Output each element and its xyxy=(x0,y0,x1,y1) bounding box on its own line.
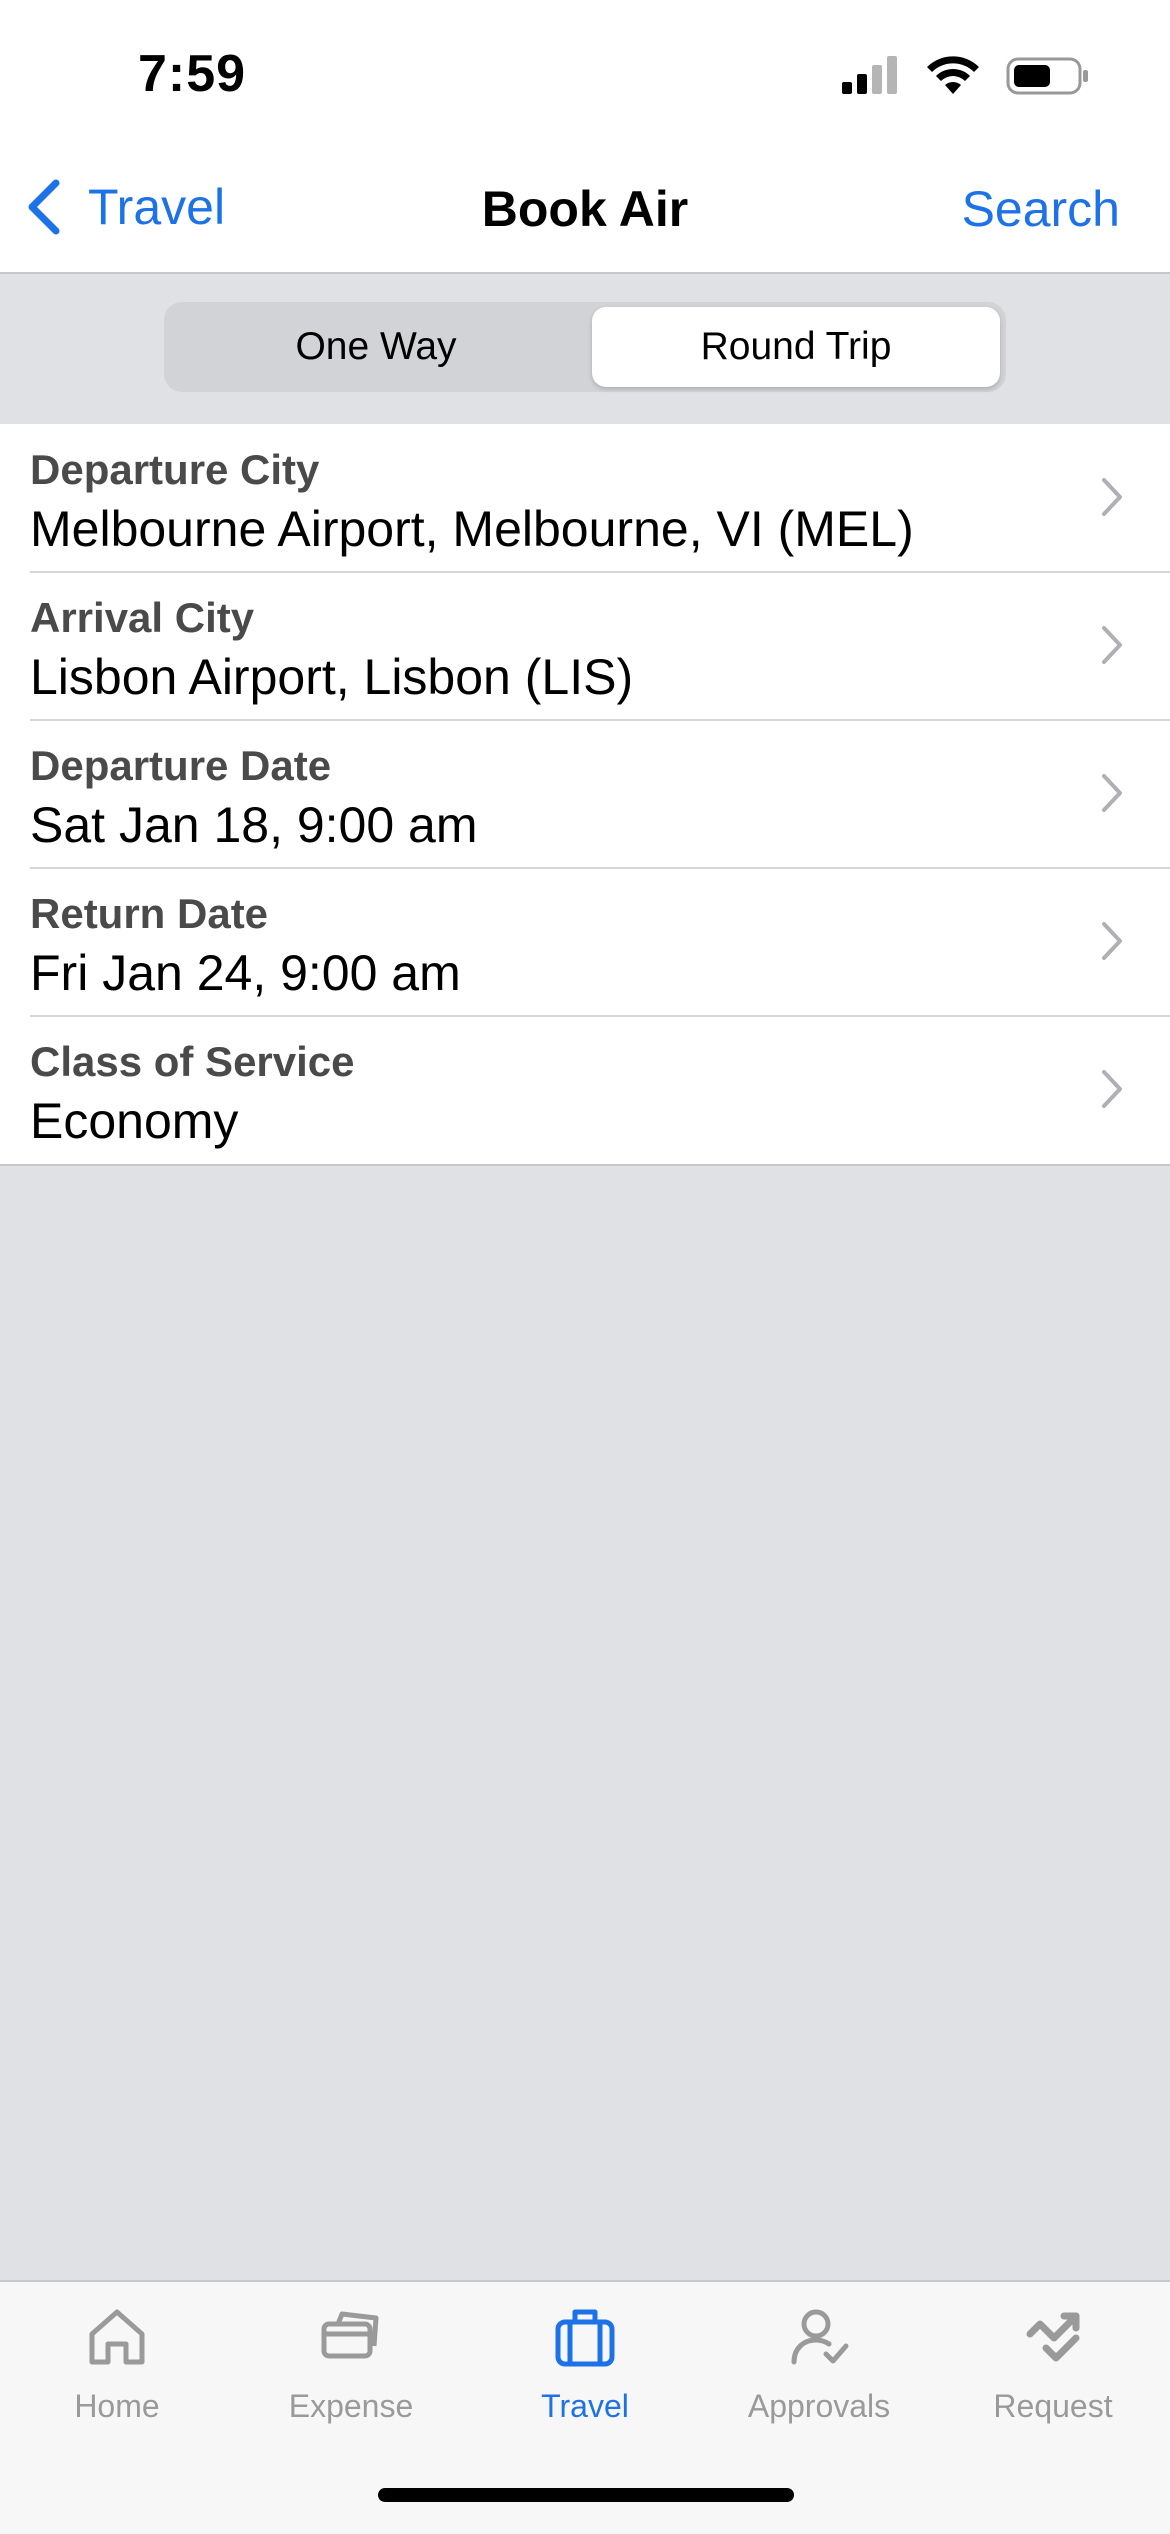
request-icon xyxy=(1026,2312,1080,2362)
tab-label: Approvals xyxy=(747,2388,891,2424)
tab-label: Request xyxy=(993,2388,1113,2424)
one-way-option[interactable]: One Way xyxy=(172,307,580,387)
tab-home[interactable]: Home xyxy=(0,2304,234,2454)
approvals-icon xyxy=(791,2309,849,2365)
row-value: Fri Jan 24, 9:00 am xyxy=(30,945,461,1001)
suitcase-icon xyxy=(555,2309,615,2367)
status-time: 7:59 xyxy=(138,45,247,103)
trip-type-area: One Way Round Trip xyxy=(0,274,1170,426)
departure-date-row[interactable]: Departure Date Sat Jan 18, 9:00 am xyxy=(0,719,1170,868)
row-label: Class of Service xyxy=(30,1038,355,1085)
chevron-right-icon xyxy=(1102,922,1122,960)
status-bar: 7:59 xyxy=(0,0,1170,150)
row-label: Return Date xyxy=(30,890,269,937)
tab-travel[interactable]: Travel xyxy=(468,2304,702,2454)
navigation-bar: Travel Book Air Search xyxy=(0,150,1170,274)
cellular-signal-icon xyxy=(842,56,900,101)
row-label: Arrival City xyxy=(30,594,255,641)
chevron-right-icon xyxy=(1102,626,1122,664)
battery-icon xyxy=(1006,56,1090,101)
row-label: Departure City xyxy=(30,446,320,493)
status-icons xyxy=(842,56,1090,101)
round-trip-option[interactable]: Round Trip xyxy=(592,307,1000,387)
chevron-right-icon xyxy=(1102,1070,1122,1108)
tab-label: Expense xyxy=(288,2388,414,2424)
tab-label: Travel xyxy=(541,2388,629,2424)
class-of-service-row[interactable]: Class of Service Economy xyxy=(0,1015,1170,1164)
trip-type-segmented-control: One Way Round Trip xyxy=(164,302,1006,392)
row-value: Lisbon Airport, Lisbon (LIS) xyxy=(30,649,634,705)
home-icon xyxy=(89,2309,145,2365)
home-indicator[interactable] xyxy=(378,2488,794,2502)
wifi-icon xyxy=(926,56,980,101)
row-label: Departure Date xyxy=(30,742,332,789)
chevron-right-icon xyxy=(1102,478,1122,516)
return-date-row[interactable]: Return Date Fri Jan 24, 9:00 am xyxy=(0,867,1170,1016)
search-button[interactable]: Search xyxy=(962,180,1120,238)
tab-expense[interactable]: Expense xyxy=(234,2304,468,2454)
departure-city-row[interactable]: Departure City Melbourne Airport, Melbou… xyxy=(0,424,1170,572)
arrival-city-row[interactable]: Arrival City Lisbon Airport, Lisbon (LIS… xyxy=(0,571,1170,720)
row-value: Sat Jan 18, 9:00 am xyxy=(30,797,478,853)
chevron-right-icon xyxy=(1102,774,1122,812)
tab-label: Home xyxy=(74,2388,160,2424)
expense-icon xyxy=(321,2311,379,2359)
booking-form-list: Departure City Melbourne Airport, Melbou… xyxy=(0,424,1170,1166)
row-value: Melbourne Airport, Melbourne, VI (MEL) xyxy=(30,501,914,557)
row-value: Economy xyxy=(30,1093,239,1149)
tab-approvals[interactable]: Approvals xyxy=(702,2304,936,2454)
tab-request[interactable]: Request xyxy=(936,2304,1170,2454)
